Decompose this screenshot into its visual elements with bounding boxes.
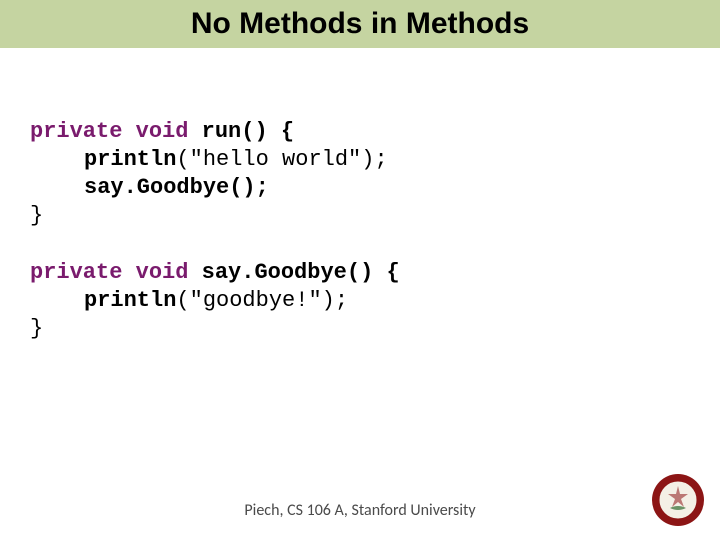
code-block-saygoodbye: private void say.Goodbye() { println("go… — [30, 259, 680, 343]
title-band: No Methods in Methods — [0, 0, 720, 48]
keyword-void: void — [136, 260, 189, 285]
method-signature-run: run() { — [202, 119, 294, 144]
keyword-private: private — [30, 119, 122, 144]
brace-close: } — [30, 203, 43, 228]
arg-hello: ("hello world"); — [176, 147, 387, 172]
keyword-private: private — [30, 260, 122, 285]
call-println: println — [84, 288, 176, 313]
call-saygoodbye: say.Goodbye(); — [84, 175, 269, 200]
call-println: println — [84, 147, 176, 172]
arg-goodbye: ("goodbye!"); — [176, 288, 348, 313]
keyword-void: void — [136, 119, 189, 144]
code-block-run: private void run() { println("hello worl… — [30, 118, 680, 231]
footer-credit: Piech, CS 106 A, Stanford University — [0, 501, 720, 520]
slide-title: No Methods in Methods — [191, 7, 529, 41]
code-area: private void run() { println("hello worl… — [30, 118, 680, 371]
stanford-seal-icon — [650, 472, 706, 528]
brace-close: } — [30, 316, 43, 341]
method-signature-saygoodbye: say.Goodbye() { — [202, 260, 400, 285]
slide: No Methods in Methods private void run()… — [0, 0, 720, 540]
